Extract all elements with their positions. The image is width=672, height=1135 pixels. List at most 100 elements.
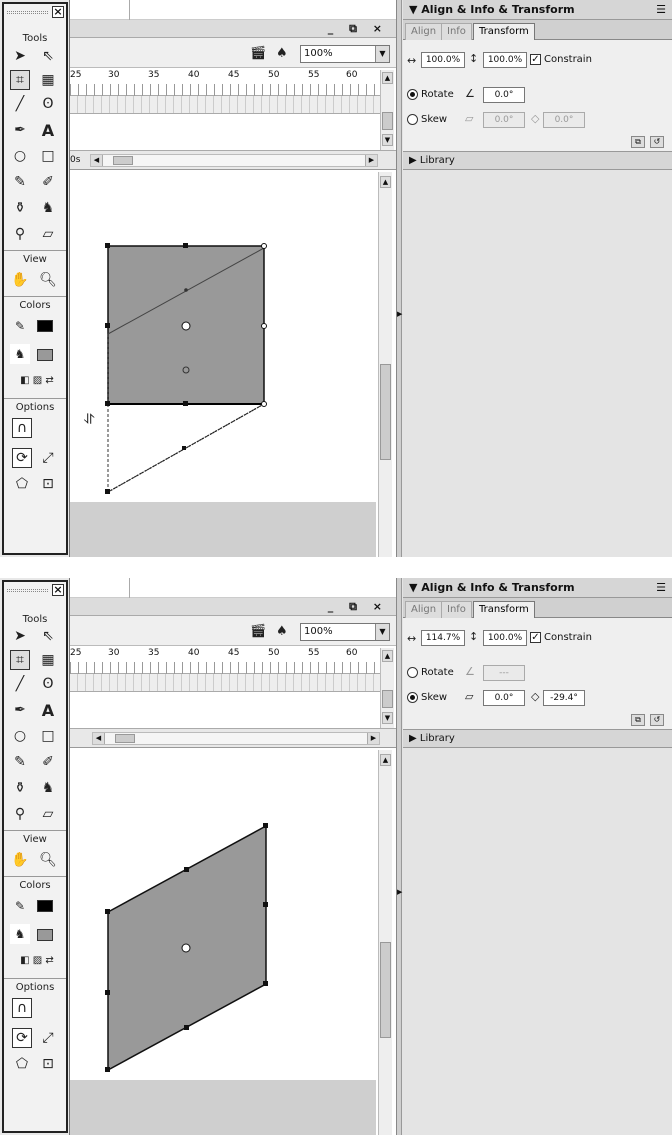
stage[interactable]	[70, 750, 380, 1135]
panel-grip[interactable]	[7, 589, 48, 592]
timeline-hscroll[interactable]: ◀ ▶	[92, 732, 380, 745]
text-tool-icon[interactable]: A	[38, 700, 58, 720]
constrain-checkbox[interactable]: ✓	[530, 54, 541, 65]
snap-magnet-icon[interactable]: ∩	[12, 418, 32, 438]
eraser-tool-icon[interactable]: ▱	[38, 224, 58, 244]
scroll-left-icon[interactable]: ◀	[93, 733, 105, 744]
rotate-skew-icon[interactable]: ⟳	[12, 1028, 32, 1048]
hand-tool-icon[interactable]: ✋	[10, 270, 30, 290]
arrow-tool-icon[interactable]: ➤	[10, 626, 30, 646]
stage[interactable]: ⥯	[70, 172, 380, 557]
snap-magnet-icon[interactable]: ∩	[12, 998, 32, 1018]
skew-vertical-field[interactable]: -29.4°	[543, 690, 585, 706]
rotate-skew-icon[interactable]: ⟳	[12, 448, 32, 468]
skew-radio[interactable]	[407, 692, 418, 703]
tab-transform[interactable]: Transform	[473, 601, 535, 619]
stroke-color-swatch[interactable]	[37, 900, 53, 912]
pencil-tool-icon[interactable]: ✎	[10, 752, 30, 772]
scroll-left-icon[interactable]: ◀	[91, 155, 103, 166]
timeline-vscroll[interactable]: ▲ ▼	[380, 70, 394, 150]
panel-options-icon[interactable]: ☰	[656, 0, 666, 20]
envelope-icon[interactable]: ⊡	[38, 474, 58, 494]
rectangle-tool-icon[interactable]: □	[38, 146, 58, 166]
rotate-radio[interactable]	[407, 89, 418, 100]
tab-align[interactable]: Align	[405, 23, 443, 40]
reset-transform-button[interactable]: ↺	[650, 714, 664, 726]
skew-horizontal-field[interactable]: 0.0°	[483, 112, 525, 128]
height-field[interactable]: 100.0%	[483, 630, 527, 646]
tab-transform[interactable]: Transform	[473, 23, 535, 41]
scroll-right-icon[interactable]: ▶	[367, 733, 379, 744]
zoom-tool-icon[interactable]: 🔍︎	[38, 850, 58, 870]
width-field[interactable]: 114.7%	[421, 630, 465, 646]
ink-bottle-tool-icon[interactable]: ⚱	[10, 778, 30, 798]
collapse-arrow-icon[interactable]: ▶	[397, 310, 402, 318]
tab-info[interactable]: Info	[441, 23, 472, 40]
close-tools-button[interactable]: ×	[52, 6, 64, 18]
rotate-field[interactable]: ---	[483, 665, 525, 681]
pen-tool-icon[interactable]: ✒	[10, 120, 30, 140]
paint-bucket-tool-icon[interactable]: ♞	[38, 198, 58, 218]
fill-transform-tool-icon[interactable]: ▦	[38, 650, 58, 670]
scale-icon[interactable]: ⤢	[38, 1028, 58, 1048]
dock-collapse-bar[interactable]: ▶	[397, 0, 402, 557]
stage-vscroll[interactable]: ▲	[378, 172, 392, 557]
scroll-up-icon[interactable]: ▲	[380, 176, 391, 188]
lasso-tool-icon[interactable]: ʘ	[38, 94, 58, 114]
timeline-vscroll[interactable]: ▲ ▼	[380, 648, 394, 728]
hand-tool-icon[interactable]: ✋	[10, 850, 30, 870]
rotate-field[interactable]: 0.0°	[483, 87, 525, 103]
panel-options-icon[interactable]: ☰	[656, 578, 666, 598]
scroll-thumb[interactable]	[380, 942, 391, 1038]
library-header[interactable]: ▶ Library	[403, 152, 672, 170]
scroll-thumb[interactable]	[113, 156, 133, 165]
lasso-tool-icon[interactable]: ʘ	[38, 674, 58, 694]
line-tool-icon[interactable]: ╱	[10, 94, 30, 114]
pencil-tool-icon[interactable]: ✎	[10, 172, 30, 192]
chevron-down-icon[interactable]: ▼	[375, 624, 389, 640]
ink-bottle-tool-icon[interactable]: ⚱	[10, 198, 30, 218]
timeline-frames[interactable]	[70, 674, 380, 692]
scroll-thumb[interactable]	[382, 112, 393, 130]
timeline-frames[interactable]	[70, 96, 380, 114]
window-controls[interactable]: _ ⧉ ×	[328, 600, 388, 614]
stroke-color-swatch[interactable]	[37, 320, 53, 332]
zoom-tool-icon[interactable]: 🔍︎	[38, 270, 58, 290]
subselect-tool-icon[interactable]: ⇖	[38, 46, 58, 66]
timeline-hscroll[interactable]: ◀ ▶	[90, 154, 378, 167]
paint-bucket-tool-icon[interactable]: ♞	[38, 778, 58, 798]
edit-symbol-icon[interactable]: ♠	[276, 46, 288, 61]
scroll-up-icon[interactable]: ▲	[380, 754, 391, 766]
library-header[interactable]: ▶ Library	[403, 730, 672, 748]
panel-header[interactable]: ▼ Align & Info & Transform ☰	[403, 0, 672, 20]
width-field[interactable]: 100.0%	[421, 52, 465, 68]
copy-transform-button[interactable]: ⧉	[631, 136, 645, 148]
height-field[interactable]: 100.0%	[483, 52, 527, 68]
brush-tool-icon[interactable]: ✐	[38, 172, 58, 192]
tab-info[interactable]: Info	[441, 601, 472, 618]
scale-icon[interactable]: ⤢	[38, 448, 58, 468]
distort-icon[interactable]: ⬠	[12, 1054, 32, 1074]
scroll-up-icon[interactable]: ▲	[382, 72, 393, 84]
chevron-down-icon[interactable]: ▼	[375, 46, 389, 62]
eraser-tool-icon[interactable]: ▱	[38, 804, 58, 824]
edit-symbol-icon[interactable]: ♠	[276, 624, 288, 639]
window-controls[interactable]: _ ⧉ ×	[328, 22, 388, 36]
panel-header[interactable]: ▼ Align & Info & Transform ☰	[403, 578, 672, 598]
edit-scene-icon[interactable]: 🎬︎	[250, 46, 267, 61]
scroll-right-icon[interactable]: ▶	[365, 155, 377, 166]
free-transform-tool-icon[interactable]: ⌗	[10, 70, 30, 90]
tab-align[interactable]: Align	[405, 601, 443, 618]
skew-horizontal-field[interactable]: 0.0°	[483, 690, 525, 706]
reset-transform-button[interactable]: ↺	[650, 136, 664, 148]
free-transform-tool-icon[interactable]: ⌗	[10, 650, 30, 670]
text-tool-icon[interactable]: A	[38, 120, 58, 140]
skew-vertical-field[interactable]: 0.0°	[543, 112, 585, 128]
pen-tool-icon[interactable]: ✒	[10, 700, 30, 720]
scroll-up-icon[interactable]: ▲	[382, 650, 393, 662]
brush-tool-icon[interactable]: ✐	[38, 752, 58, 772]
close-tools-button[interactable]: ×	[52, 584, 64, 596]
color-swap-icons[interactable]: ◧ ▨ ⇄	[8, 370, 66, 390]
oval-tool-icon[interactable]: ○	[10, 146, 30, 166]
fill-color-swatch[interactable]	[37, 929, 53, 941]
